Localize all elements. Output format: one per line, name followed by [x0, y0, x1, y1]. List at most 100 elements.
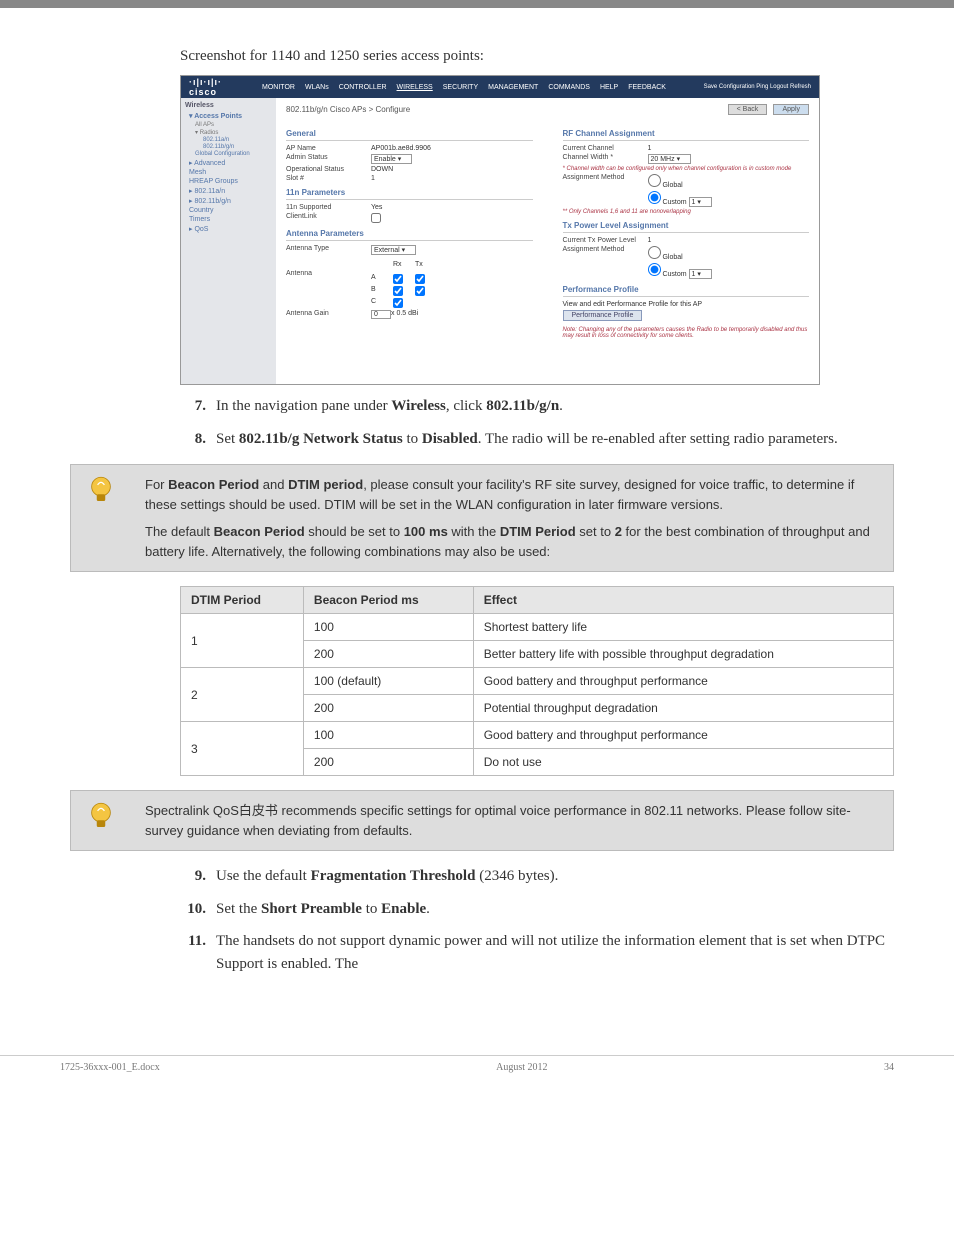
sel-rf-custom[interactable]: 1 ▾ [689, 197, 712, 207]
chk-a-tx[interactable] [415, 274, 425, 284]
footer-page: 34 [884, 1062, 894, 1073]
sel-admin-status[interactable]: Enable ▾ [371, 154, 412, 164]
note-nonoverlap: ** Only Channels 1,6 and 11 are nonoverl… [563, 209, 810, 215]
dtim-table: DTIM Period Beacon Period ms Effect 1 10… [180, 586, 894, 776]
sel-tx-custom[interactable]: 1 ▾ [689, 269, 712, 279]
lbl-admin-status: Admin Status [286, 154, 371, 164]
nav-radio-bgn[interactable]: 802.11b/g/n [185, 144, 272, 150]
nav-country[interactable]: Country [185, 207, 272, 214]
nav-security[interactable]: SECURITY [443, 84, 478, 91]
section-tx: Tx Power Level Assignment [563, 221, 810, 233]
th-beacon: Beacon Period ms [303, 587, 473, 614]
val-cur-channel: 1 [648, 145, 652, 152]
nav-timers[interactable]: Timers [185, 216, 272, 223]
ant-c: C [371, 298, 391, 308]
nav-radios[interactable]: ▾ Radios [185, 129, 272, 136]
nav-80211an[interactable]: ▸ 802.11a/n [185, 187, 272, 195]
nav-global-config[interactable]: Global Configuration [185, 151, 272, 157]
cell-effect: Good battery and throughput performance [473, 668, 893, 695]
chk-b-tx[interactable] [415, 286, 425, 296]
nav-hreap[interactable]: HREAP Groups [185, 178, 272, 185]
nav-qos[interactable]: ▸ QoS [185, 225, 272, 233]
step-num-11: 11. [180, 930, 206, 975]
chk-c-rx[interactable] [393, 298, 403, 308]
note-chan-width: * Channel width can be configured only w… [563, 166, 810, 172]
page-content: Screenshot for 1140 and 1250 series acce… [0, 48, 954, 1025]
lbl-clientlink: ClientLink [286, 213, 371, 223]
radio-tx-global[interactable] [648, 246, 661, 259]
chk-clientlink[interactable] [371, 213, 381, 223]
val-11n-sup: Yes [371, 204, 382, 211]
lightbulb-icon [84, 799, 118, 833]
lbl-antenna: Antenna [286, 270, 371, 308]
apply-button[interactable]: Apply [773, 104, 809, 115]
lbl-11n-sup: 11n Supported [286, 204, 371, 211]
th-effect: Effect [473, 587, 893, 614]
cell-beacon: 200 [303, 641, 473, 668]
val-cur-tx: 1 [648, 237, 652, 244]
note-radio-disabled: Note: Changing any of the parameters cau… [563, 327, 810, 339]
bold-network-status: 802.11b/g Network Status [239, 431, 403, 447]
step-11-text: The handsets do not support dynamic powe… [216, 930, 894, 975]
nav-feedback[interactable]: FEEDBACK [628, 84, 666, 91]
inp-ant-gain[interactable]: 0 [371, 310, 391, 319]
lbl-oper-status: Operational Status [286, 166, 371, 173]
cell-effect: Better battery life with possible throug… [473, 641, 893, 668]
sel-chan-width[interactable]: 20 MHz ▾ [648, 154, 692, 164]
ant-b: B [371, 286, 391, 296]
nav-commands[interactable]: COMMANDS [548, 84, 590, 91]
cell-beacon: 100 (default) [303, 668, 473, 695]
lbl-slot: Slot # [286, 175, 371, 182]
top-right-links[interactable]: Save Configuration Ping Logout Refresh [704, 84, 811, 90]
nav-all-aps[interactable]: All APs [185, 122, 272, 128]
bold-short-preamble: Short Preamble [261, 901, 362, 917]
radio-rf-custom[interactable] [648, 191, 661, 204]
lbl-chan-width: Channel Width * [563, 154, 648, 164]
nav-advanced[interactable]: ▸ Advanced [185, 159, 272, 167]
radio-rf-global[interactable] [648, 174, 661, 187]
radio-tx-custom[interactable] [648, 263, 661, 276]
step-11: 11. The handsets do not support dynamic … [180, 930, 894, 975]
th-dtim: DTIM Period [181, 587, 304, 614]
nav-management[interactable]: MANAGEMENT [488, 84, 538, 91]
nav-help[interactable]: HELP [600, 84, 618, 91]
nav-wlans[interactable]: WLANs [305, 84, 329, 91]
left-title: Wireless [185, 102, 272, 109]
lbl-perf-view: View and edit Performance Profile for th… [563, 301, 810, 308]
chk-a-rx[interactable] [393, 274, 403, 284]
cell-effect: Good battery and throughput performance [473, 722, 893, 749]
cell-effect: Potential throughput degradation [473, 695, 893, 722]
nav-radio-an[interactable]: 802.11a/n [185, 137, 272, 143]
step-9: 9. Use the default Fragmentation Thresho… [180, 865, 894, 888]
nav-wireless[interactable]: WIRELESS [397, 84, 433, 91]
btn-perf-profile[interactable]: Performance Profile [563, 310, 643, 321]
nav-controller[interactable]: CONTROLLER [339, 84, 387, 91]
step-num-8: 8. [180, 428, 206, 451]
note-qos-body: Spectralink QoS白皮书 recommends specific s… [131, 791, 893, 850]
top-separator [0, 0, 954, 8]
val-ap-name: AP001b.ae8d.9906 [371, 145, 431, 152]
bold-disabled: Disabled [422, 431, 478, 447]
back-button[interactable]: < Back [728, 104, 768, 115]
section-antenna: Antenna Parameters [286, 229, 533, 241]
section-perf: Performance Profile [563, 285, 810, 297]
screenshot-caption: Screenshot for 1140 and 1250 series acce… [180, 48, 894, 65]
table-row: 3 100 Good battery and throughput perfor… [181, 722, 894, 749]
lbl-rf-assign: Assignment Method [563, 174, 648, 189]
chk-b-rx[interactable] [393, 286, 403, 296]
bold-enable: Enable [381, 901, 426, 917]
nav-mesh[interactable]: Mesh [185, 169, 272, 176]
cell-effect: Do not use [473, 749, 893, 776]
lbl-cur-channel: Current Channel [563, 145, 648, 152]
cell-effect: Shortest battery life [473, 614, 893, 641]
section-general: General [286, 129, 533, 141]
hdr-rx: Rx [393, 261, 413, 268]
nav-monitor[interactable]: MONITOR [262, 84, 295, 91]
nav-access-points[interactable]: ▾ Access Points [185, 112, 272, 120]
lightbulb-icon [84, 473, 118, 507]
step-num-9: 9. [180, 865, 206, 888]
nav-80211bgn[interactable]: ▸ 802.11b/g/n [185, 197, 272, 205]
sel-ant-type[interactable]: External ▾ [371, 245, 416, 255]
lbl-ant-gain: Antenna Gain [286, 310, 371, 319]
ant-a: A [371, 274, 391, 284]
